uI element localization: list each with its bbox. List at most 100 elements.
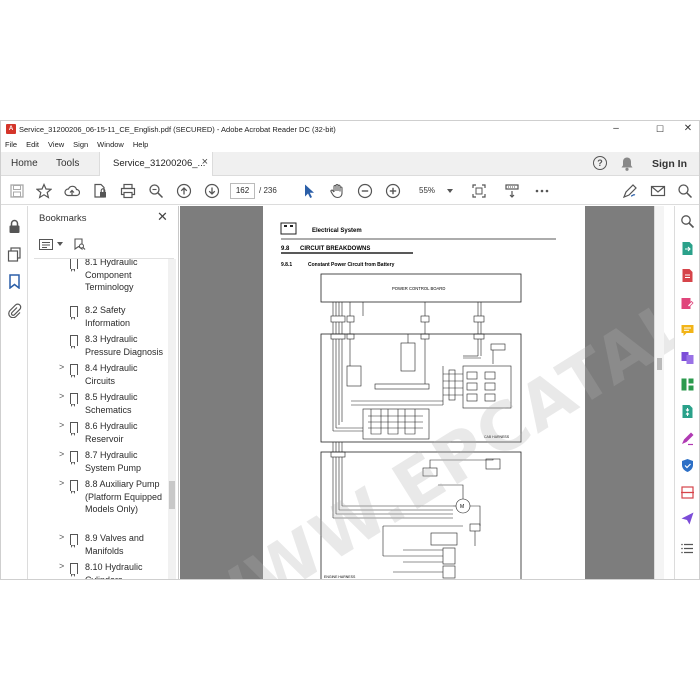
email-icon[interactable]: [650, 183, 666, 199]
tab-bar: Home Tools Service_31200206_... × ? Sign…: [1, 152, 699, 176]
bookmark-icon: [70, 259, 78, 272]
bookmarks-scrollbar[interactable]: [168, 259, 176, 579]
compress-pdf-icon[interactable]: [680, 404, 695, 419]
create-pdf-icon[interactable]: [680, 268, 695, 283]
bookmark-icon: [70, 306, 78, 320]
acrobat-window: A Service_31200206_06-15-11_CE_English.p…: [0, 120, 700, 580]
save-icon[interactable]: [9, 183, 25, 199]
chevron-right-icon[interactable]: >: [59, 478, 64, 488]
page-fit-icon[interactable]: [471, 183, 487, 199]
bookmark-label: 8.1 Hydraulic Component Terminology: [85, 259, 138, 292]
previous-page-icon[interactable]: [176, 183, 192, 199]
page-thumbnails-icon[interactable]: [7, 247, 22, 262]
document-scrollbar[interactable]: [654, 206, 664, 579]
scrollbar-thumb[interactable]: [169, 481, 175, 509]
help-icon[interactable]: ?: [593, 156, 607, 170]
chevron-right-icon[interactable]: >: [59, 362, 64, 372]
cab-harness-label: CAB HARNESS: [484, 435, 510, 439]
bookmark-label: 8.10 Hydraulic Cylinders: [85, 562, 143, 579]
bookmarks-panel-icon[interactable]: [7, 274, 22, 290]
subheading-title: Constant Power Circuit from Battery: [308, 262, 395, 268]
scan-ocr-icon[interactable]: [680, 485, 695, 500]
chevron-right-icon[interactable]: >: [59, 532, 64, 542]
menu-sign[interactable]: Sign: [73, 140, 88, 149]
motor-label: M: [460, 504, 464, 510]
menu-file[interactable]: File: [5, 140, 17, 149]
fill-sign-tool-icon[interactable]: [680, 431, 695, 446]
comment-icon[interactable]: [680, 323, 695, 338]
hand-tool-icon[interactable]: [329, 183, 345, 199]
star-icon[interactable]: [35, 183, 53, 199]
menu-view[interactable]: View: [48, 140, 64, 149]
menu-bar: File Edit View Sign Window Help: [1, 137, 157, 151]
notification-bell-icon[interactable]: [620, 156, 634, 172]
bookmark-icon: [70, 534, 78, 548]
close-window-button[interactable]: ✕: [677, 121, 699, 137]
bookmark-icon: [70, 364, 78, 378]
print-icon[interactable]: [120, 183, 136, 199]
protect-icon[interactable]: [680, 458, 695, 473]
bookmark-label: 8.6 Hydraulic Reservoir: [85, 421, 138, 444]
tab-close-icon[interactable]: ×: [202, 156, 208, 168]
more-options-icon[interactable]: [534, 183, 550, 199]
attachments-paperclip-icon[interactable]: [7, 303, 22, 319]
chevron-right-icon[interactable]: >: [59, 561, 64, 571]
bookmark-icon: [70, 393, 78, 407]
tab-document[interactable]: Service_31200206_... ×: [99, 152, 213, 176]
bookmark-label: 8.7 Hydraulic System Pump: [85, 450, 142, 473]
next-page-icon[interactable]: [204, 183, 220, 199]
main-toolbar: 162 / 236 55%: [1, 177, 699, 205]
tab-home[interactable]: Home: [11, 158, 38, 169]
engine-harness-label: ENGINE HARNESS: [324, 575, 356, 579]
edit-pdf-icon[interactable]: [680, 296, 695, 311]
combine-files-icon[interactable]: [680, 350, 695, 365]
bookmark-label: 8.3 Hydraulic Pressure Diagnosis: [85, 334, 164, 357]
chevron-right-icon[interactable]: >: [59, 420, 64, 430]
acrobat-app-icon: A: [6, 124, 16, 134]
lock-icon[interactable]: [7, 219, 22, 234]
bookmark-label: 8.8 Auxiliary Pump (Platform Equipped Mo…: [85, 479, 163, 514]
chevron-down-icon[interactable]: [447, 189, 453, 193]
document-view[interactable]: Electrical System 9.8 CIRCUIT BREAKDOWNS…: [180, 206, 654, 579]
sign-in-button[interactable]: Sign In: [652, 158, 687, 170]
zoom-icon[interactable]: [680, 214, 695, 229]
search-icon[interactable]: [677, 183, 693, 199]
fill-sign-icon[interactable]: [622, 183, 638, 199]
bookmark-label: 8.2 Safety Information: [85, 305, 131, 328]
organize-pages-icon[interactable]: [680, 377, 695, 392]
bookmark-options-icon[interactable]: [39, 238, 53, 250]
power-control-board-label: POWER CONTROL BOARD: [392, 286, 445, 291]
bookmark-icon: [70, 451, 78, 465]
more-tools-icon[interactable]: [680, 541, 695, 556]
scrollbar-thumb[interactable]: [657, 358, 662, 370]
bookmark-label: 8.9 Valves and Manifolds: [85, 533, 144, 556]
lock-file-icon[interactable]: [92, 183, 108, 199]
select-cursor-icon[interactable]: [301, 183, 317, 199]
window-title: Service_31200206_06-15-11_CE_English.pdf…: [19, 124, 336, 134]
cloud-upload-icon[interactable]: [64, 183, 81, 199]
close-icon[interactable]: ✕: [157, 209, 168, 225]
zoom-search-icon[interactable]: [148, 183, 164, 199]
zoom-in-icon[interactable]: [385, 183, 401, 199]
subheading-number: 9.8.1: [281, 262, 292, 268]
page-number-input[interactable]: 162: [230, 183, 255, 199]
menu-window[interactable]: Window: [97, 140, 124, 149]
maximize-button[interactable]: ☐: [649, 121, 671, 137]
heading-number: 9.8: [281, 246, 290, 252]
bookmark-list: 8.1 Hydraulic Component Terminology 8.2 …: [29, 259, 167, 579]
minimize-button[interactable]: –: [605, 121, 627, 137]
chevron-right-icon[interactable]: >: [59, 449, 64, 459]
zoom-out-icon[interactable]: [357, 183, 373, 199]
chevron-down-icon[interactable]: [57, 242, 63, 246]
export-pdf-icon[interactable]: [680, 241, 695, 256]
find-bookmark-icon[interactable]: [74, 237, 86, 251]
right-tools-rail: [674, 206, 699, 579]
scroll-mode-icon[interactable]: [504, 183, 520, 199]
tab-tools[interactable]: Tools: [56, 158, 79, 169]
menu-edit[interactable]: Edit: [26, 140, 39, 149]
bookmarks-panel: Bookmarks ✕ 8.1 Hydraulic Component Term…: [29, 206, 179, 579]
chevron-right-icon[interactable]: >: [59, 391, 64, 401]
menu-help[interactable]: Help: [133, 140, 148, 149]
send-for-signature-icon[interactable]: [680, 511, 695, 526]
left-navigation-rail: [1, 206, 28, 579]
